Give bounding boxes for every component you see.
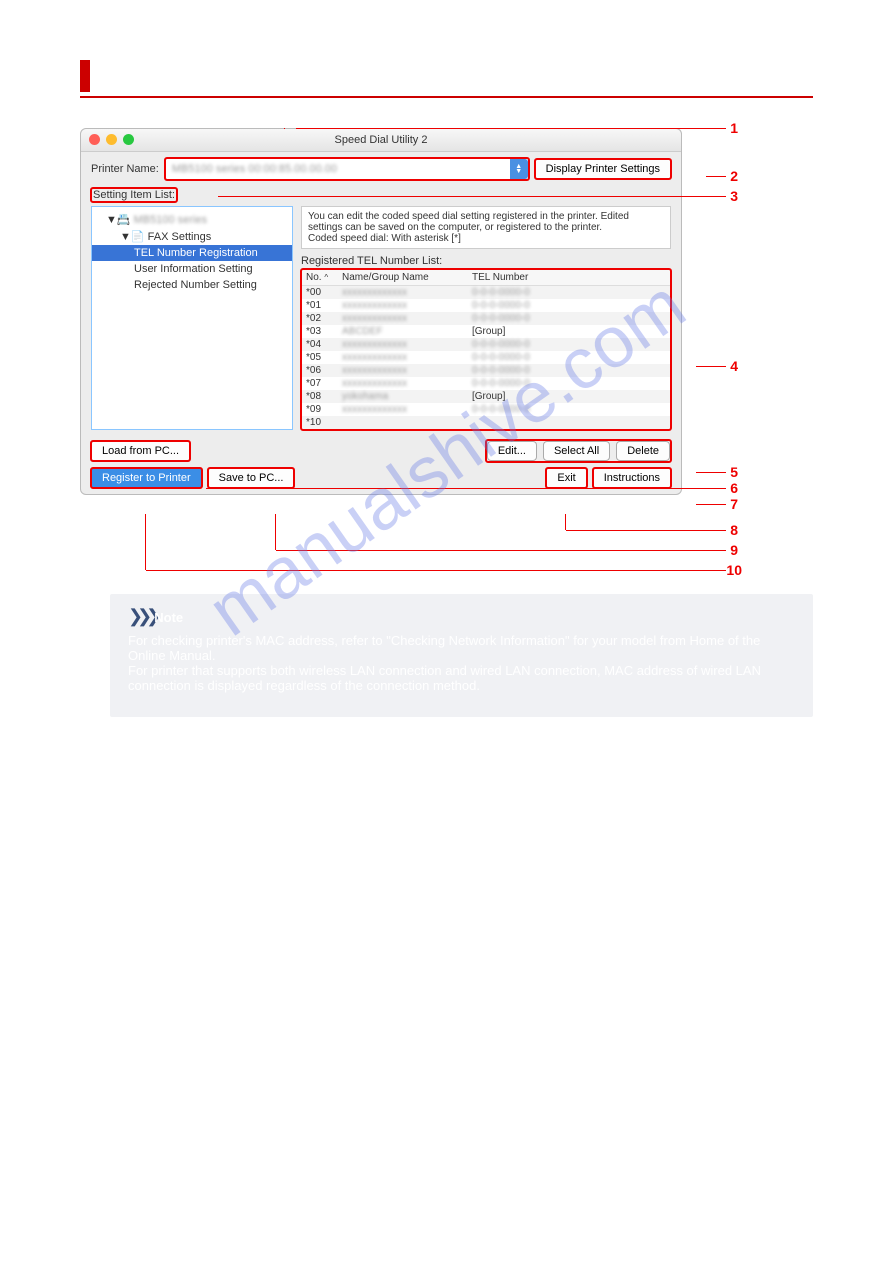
- delete-button[interactable]: Delete: [616, 441, 670, 461]
- table-row[interactable]: *02xxxxxxxxxxxxx0-0-0-0000-0: [302, 312, 670, 325]
- tree-fax-settings[interactable]: ▼📄 FAX Settings: [92, 228, 292, 245]
- col-name[interactable]: Name/Group Name: [342, 272, 472, 283]
- app-window: Speed Dial Utility 2 Printer Name: MB510…: [80, 128, 682, 495]
- table-row[interactable]: *03ABCDEF[Group]: [302, 325, 670, 338]
- header-rule: [80, 96, 813, 98]
- table-row[interactable]: *06xxxxxxxxxxxxx0-0-0-0000-0: [302, 364, 670, 377]
- register-to-printer-button[interactable]: Register to Printer: [91, 468, 202, 488]
- callout-2: 2: [730, 168, 738, 184]
- table-row[interactable]: *10: [302, 416, 670, 429]
- desc-item-2: 2. Display Printer Settings Loads the te…: [110, 737, 813, 771]
- load-from-pc-button[interactable]: Load from PC...: [91, 441, 190, 461]
- info-line-1: You can edit the coded speed dial settin…: [308, 211, 664, 233]
- settings-tree[interactable]: ▼📇 MB5100 series ▼📄 FAX Settings TEL Num…: [91, 206, 293, 430]
- desc-2-title: 2. Display Printer Settings: [110, 737, 813, 752]
- callout-4: 4: [730, 358, 738, 374]
- printer-name-value: MB5100 series 00:00:85.00.00.00: [172, 163, 337, 175]
- desc-item-3: 3. Setting Item List: Selects a setting …: [110, 791, 813, 840]
- col-tel[interactable]: TEL Number: [472, 272, 666, 283]
- desc-1-title: 1. Printer Name:: [110, 535, 813, 550]
- info-box: You can edit the coded speed dial settin…: [301, 206, 671, 249]
- exit-button[interactable]: Exit: [546, 468, 586, 488]
- tel-number-list[interactable]: No. ^ Name/Group Name TEL Number *00xxxx…: [301, 269, 671, 430]
- printer-name-label: Printer Name:: [91, 163, 159, 175]
- traffic-lights: [89, 134, 134, 145]
- desc-2-body: Loads the telephone directory registered…: [110, 756, 813, 771]
- display-printer-settings-button[interactable]: Display Printer Settings: [535, 159, 671, 179]
- callout-1: 1: [730, 120, 738, 136]
- table-row[interactable]: *00xxxxxxxxxxxxx0-0-0-0000-0: [302, 286, 670, 299]
- printer-name-select[interactable]: MB5100 series 00:00:85.00.00.00 ▲▼: [165, 158, 529, 180]
- callout-10: 10: [726, 562, 742, 578]
- callout-7: 7: [730, 496, 738, 512]
- col-no[interactable]: No. ^: [306, 272, 342, 283]
- page-title: Speed Dial Utility2 Dialog box: [102, 60, 813, 83]
- desc-item-1: 1. Printer Name: Selects the printer for…: [110, 535, 813, 717]
- window-title: Speed Dial Utility 2: [335, 134, 428, 146]
- select-all-button[interactable]: Select All: [543, 441, 610, 461]
- info-line-2: Coded speed dial: With asterisk [*]: [308, 233, 664, 244]
- close-icon[interactable]: [89, 134, 100, 145]
- registered-list-label: Registered TEL Number List:: [301, 255, 671, 267]
- table-row[interactable]: *05xxxxxxxxxxxxx0-0-0-0000-0: [302, 351, 670, 364]
- desc-3-body: Selects a setting item for editing. Choo…: [110, 810, 813, 840]
- minimize-icon[interactable]: [106, 134, 117, 145]
- note-body-1: For checking printer's MAC address, refe…: [128, 633, 795, 663]
- desc-1-body: Selects the printer for editing the tele…: [110, 554, 813, 569]
- titlebar: Speed Dial Utility 2: [81, 129, 681, 152]
- callout-6: 6: [730, 480, 738, 496]
- setting-item-list-label: Setting Item List:: [91, 188, 177, 202]
- tree-tel-number-registration[interactable]: TEL Number Registration: [92, 245, 292, 261]
- callout-9: 9: [730, 542, 738, 558]
- table-row[interactable]: *04xxxxxxxxxxxxx0-0-0-0000-0: [302, 338, 670, 351]
- table-row[interactable]: *08yokohama[Group]: [302, 390, 670, 403]
- callout-3: 3: [730, 188, 738, 204]
- edit-button[interactable]: Edit...: [487, 441, 537, 461]
- table-row[interactable]: *07xxxxxxxxxxxxx0-0-0-0000-0: [302, 377, 670, 390]
- instructions-button[interactable]: Instructions: [593, 468, 671, 488]
- tree-user-information-setting[interactable]: User Information Setting: [92, 261, 292, 277]
- chevron-updown-icon: ▲▼: [510, 159, 528, 179]
- list-header: No. ^ Name/Group Name TEL Number: [302, 270, 670, 286]
- table-row[interactable]: *01xxxxxxxxxxxxx0-0-0-0000-0: [302, 299, 670, 312]
- save-to-pc-button[interactable]: Save to PC...: [208, 468, 295, 488]
- table-row[interactable]: *09xxxxxxxxxxxxx0-0-0-0000-0: [302, 403, 670, 416]
- desc-3-title: 3. Setting Item List:: [110, 791, 813, 806]
- zoom-icon[interactable]: [123, 134, 134, 145]
- tree-root[interactable]: ▼📇 MB5100 series: [92, 211, 292, 228]
- callout-5: 5: [730, 464, 738, 480]
- note-body-2: For printer that supports both wireless …: [128, 663, 795, 693]
- note-arrows-icon: ❯❯❯ Note: [128, 606, 795, 627]
- desc-1-body2: Behind printer name, printer's MAC addre…: [110, 569, 813, 584]
- note-block: ❯❯❯ Note For checking printer's MAC addr…: [110, 594, 813, 717]
- tree-rejected-number-setting[interactable]: Rejected Number Setting: [92, 277, 292, 293]
- callout-8: 8: [730, 522, 738, 538]
